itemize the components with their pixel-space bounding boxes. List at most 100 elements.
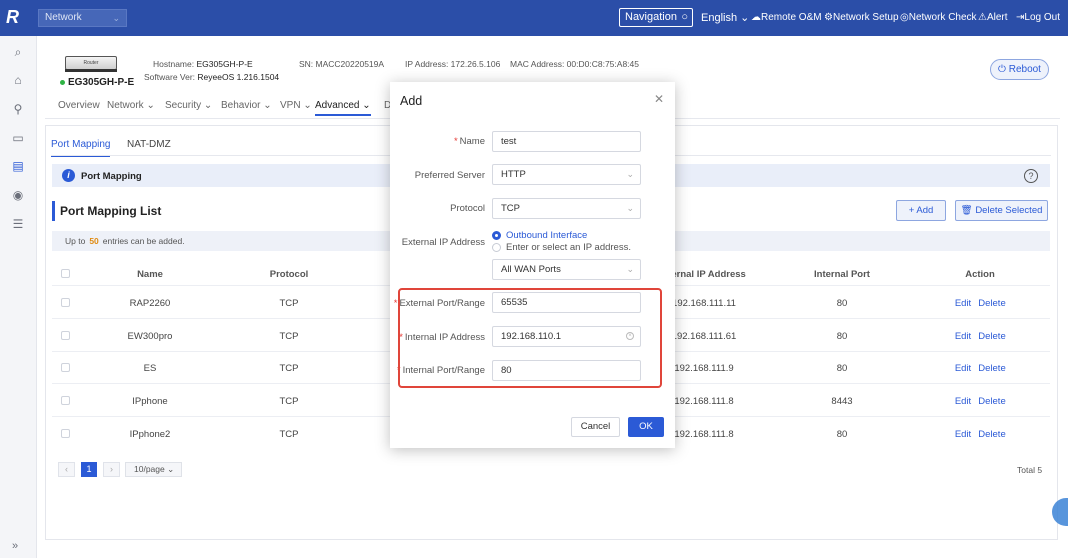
cancel-button[interactable]: Cancel [571,417,620,437]
close-icon[interactable]: ✕ [654,92,664,106]
info-title: Port Mapping [81,171,142,182]
edit-link[interactable]: Edit [955,363,971,374]
info-icon: i [62,169,75,182]
column-name: Name [137,269,163,280]
page-size-select[interactable]: 10/page ⌄ [125,462,182,477]
topology-icon[interactable]: ⚲ [11,102,25,116]
ip-address: IP Address: 172.26.5.106 [405,59,501,69]
name-field[interactable]: test [492,131,641,152]
next-page-button[interactable]: › [103,462,120,477]
help-icon[interactable]: ? [1024,169,1038,183]
hostname-label: Hostname: [153,59,195,69]
delete-selected-button[interactable]: 🗑 Delete Selected [955,200,1048,221]
cell-port: 80 [836,331,848,342]
navigation-label: Navigation [625,11,677,23]
delete-link[interactable]: Delete [978,331,1005,342]
device-icon[interactable]: ▭ [11,131,25,145]
delete-link[interactable]: Delete [978,298,1005,309]
router-image: Router [65,56,117,70]
cell-name: IPphone2 [129,429,171,440]
menu-security[interactable]: Security ⌄ [165,100,212,111]
total-count: Total 5 [1017,465,1043,475]
select-all-checkbox[interactable] [61,269,70,278]
home-icon[interactable]: ⌂ [11,73,25,87]
cell-ip: 192.168.111.9 [674,363,734,374]
column-internal-port: Internal Port [814,269,870,280]
network-setup-link[interactable]: ⚙Network Setup [824,12,899,23]
preferred-server-select[interactable]: HTTP ⌄ [492,164,641,185]
row-checkbox[interactable] [61,298,70,307]
wan-ports-value: All WAN Ports [501,264,561,275]
reboot-label: Reboot [1008,64,1041,75]
column-external-ip: ternal IP Address [668,269,746,280]
logout-link[interactable]: ⇥Log Out [1016,12,1060,23]
current-page[interactable]: 1 [81,462,97,477]
chevron-down-icon: ⌄ [626,169,634,179]
prev-page-button[interactable]: ‹ [58,462,75,477]
external-ip-label: External IP Address [401,237,485,248]
menu-overview[interactable]: Overview [58,100,100,111]
required-mark: * [393,298,398,309]
alert-link[interactable]: ⚠Alert [978,12,1008,23]
menu-advanced[interactable]: Advanced ⌄ [315,100,371,116]
menu-behavior[interactable]: Behavior ⌄ [221,100,272,111]
software-info: Software Ver: ReyeeOS 1.216.1504 [144,72,279,82]
search-icon[interactable]: ⌕ [11,45,25,59]
device-name: EG305GH-P-E [60,77,134,88]
menu-network[interactable]: Network ⌄ [107,100,155,111]
enter-ip-label[interactable]: Enter or select an IP address. [506,242,631,253]
delete-link[interactable]: Delete [978,396,1005,407]
cell-name: IPphone [132,396,168,407]
expand-sidebar-icon[interactable]: » [12,540,18,552]
tab-nat-dmz[interactable]: NAT-DMZ [127,139,171,150]
language-select[interactable]: English ⌄ [701,11,749,24]
device-name-text: EG305GH-P-E [68,77,135,88]
router-base [65,69,117,72]
navigation-search[interactable]: Navigation ○ [619,8,693,27]
user-icon[interactable]: ◉ [11,188,25,202]
menu-advanced-label: Advanced [315,100,360,111]
chevron-down-icon: ⌄ [112,13,120,23]
network-check-link[interactable]: ◎Network Check [900,12,977,23]
row-checkbox[interactable] [61,363,70,372]
outbound-interface-radio[interactable] [492,231,501,240]
reboot-button[interactable]: ⏻ Reboot [990,59,1049,80]
chevron-down-icon: ⌄ [740,12,750,24]
menu-vpn-label: VPN [280,100,301,111]
delete-link[interactable]: Delete [978,429,1005,440]
chevron-down-icon: ⌄ [263,100,272,111]
network-select[interactable]: Network ⌄ [38,9,127,27]
row-checkbox[interactable] [61,331,70,340]
remote-om-link[interactable]: ☁Remote O&M [751,12,822,23]
check-icon: ◎ [900,12,909,23]
edit-link[interactable]: Edit [955,396,971,407]
router-image-label: Router [83,60,99,66]
edit-link[interactable]: Edit [955,331,971,342]
menu-security-label: Security [165,100,202,111]
cell-name: RAP2260 [129,298,171,309]
edit-link[interactable]: Edit [955,429,971,440]
menu-behavior-label: Behavior [221,100,261,111]
logout-label: Log Out [1024,12,1060,23]
edit-link[interactable]: Edit [955,298,971,309]
delete-link[interactable]: Delete [978,363,1005,374]
enter-ip-radio[interactable] [492,243,501,252]
protocol-select[interactable]: TCP ⌄ [492,198,641,219]
cell-protocol: TCP [279,429,299,440]
sidebar: ⌕ ⌂ ⚲ ▭ ▤ ◉ ☰ » [0,36,37,558]
outbound-interface-label[interactable]: Outbound Interface [506,230,587,241]
add-button[interactable]: + Add [896,200,946,221]
settings-sliders-icon[interactable]: ☰ [11,217,25,231]
preferred-server-value: HTTP [501,169,526,180]
ok-button[interactable]: OK [628,417,664,437]
chevron-down-icon: ⌄ [146,100,155,111]
cell-ip: 192.168.111.8 [674,429,734,440]
wan-ports-select[interactable]: All WAN Ports ⌄ [492,259,641,280]
row-checkbox[interactable] [61,429,70,438]
cell-protocol: TCP [279,298,299,309]
cell-ip: 192.168.111.11 [672,298,736,309]
row-checkbox[interactable] [61,396,70,405]
router-icon[interactable]: ▤ [11,159,25,173]
name-label-text: Name [459,136,485,147]
menu-vpn[interactable]: VPN ⌄ [280,100,312,111]
